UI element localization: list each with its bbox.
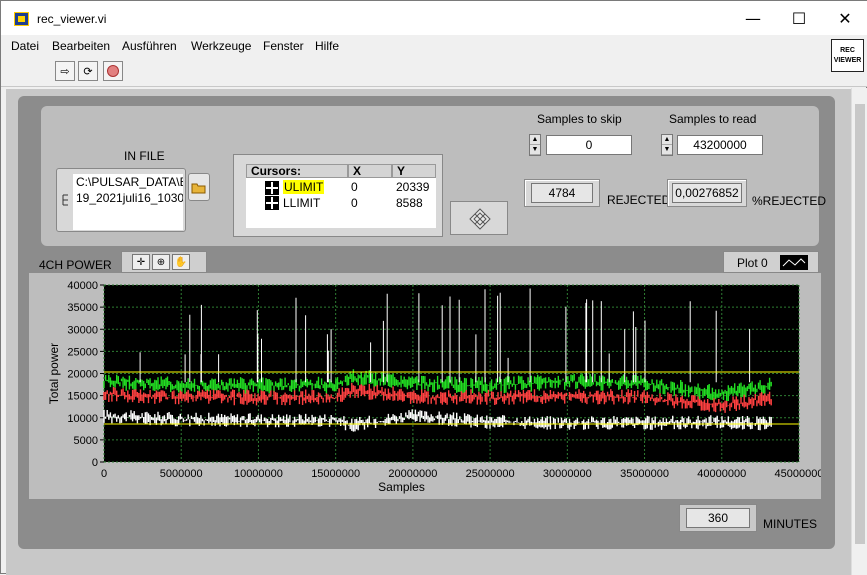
samples-to-skip-label: Samples to skip	[537, 112, 622, 126]
in-file-path[interactable]: C:\PULSAR_DATA\B1039-19_2021juli16_1030u…	[73, 174, 183, 230]
close-button[interactable]: ✕	[822, 1, 867, 35]
menu-bearbeiten[interactable]: Bearbeiten	[52, 39, 110, 53]
window: rec_viewer.vi — ☐ ✕ Datei Bearbeiten Aus…	[0, 0, 867, 575]
rejected-label: REJECTED	[607, 193, 671, 207]
x-tick-label: 0	[101, 468, 107, 480]
y-tick-label: 25000	[67, 346, 98, 358]
minutes-box: 360	[679, 504, 757, 532]
graph-label: 4CH POWER	[39, 258, 112, 272]
scrollbar-thumb[interactable]	[855, 104, 865, 544]
power-chart[interactable]: 0 5000000 10000000 15000000 20000000 25000000…	[29, 273, 821, 499]
plot-line-style-icon	[780, 255, 808, 270]
browse-folder-button[interactable]	[188, 173, 210, 201]
toolbar: ⇨ ⟳	[1, 57, 867, 87]
vi-icon[interactable]: REC VIEWER	[831, 39, 864, 72]
menu-bar: Datei Bearbeiten Ausführen Werkzeuge Fen…	[1, 35, 867, 57]
vi-icon-line2: VIEWER	[833, 57, 862, 64]
menu-hilfe[interactable]: Hilfe	[315, 39, 339, 53]
minutes-label: MINUTES	[763, 517, 817, 531]
cursor-ulimit-x: 0	[351, 180, 358, 194]
y-tick-label: 35000	[67, 302, 98, 314]
zoom-tool-icon[interactable]: ⊕	[152, 254, 170, 270]
x-tick-label: 20000000	[388, 468, 437, 480]
cursor-movement-button[interactable]	[450, 201, 508, 235]
pan-hand-icon[interactable]: ✋	[172, 254, 190, 270]
y-tick-label: 40000	[67, 280, 98, 292]
rejected-value: 4784	[531, 183, 593, 203]
run-icon[interactable]: ⇨	[55, 61, 75, 81]
cursor-ulimit-name: ULIMIT	[283, 180, 325, 194]
plot-legend[interactable]: Plot 0	[723, 251, 819, 273]
cursor-ulimit-icon	[265, 181, 279, 195]
title-bar[interactable]: rec_viewer.vi — ☐ ✕	[1, 1, 867, 35]
x-tick-label: 30000000	[543, 468, 592, 480]
samples-to-read-spinner[interactable]: ▲ ▼	[661, 134, 673, 156]
menu-datei[interactable]: Datei	[11, 39, 39, 53]
menu-werkzeuge[interactable]: Werkzeuge	[191, 39, 251, 53]
in-file-label: IN FILE	[124, 149, 165, 163]
y-tick-label: 0	[92, 457, 98, 469]
run-continuously-icon[interactable]: ⟳	[78, 61, 98, 81]
file-path-icon	[62, 194, 68, 206]
menu-ausfuehren[interactable]: Ausführen	[122, 39, 177, 53]
x-tick-label: 45000000	[775, 468, 821, 480]
menu-fenster[interactable]: Fenster	[263, 39, 304, 53]
minimize-button[interactable]: —	[730, 1, 776, 35]
x-tick-label: 35000000	[620, 468, 669, 480]
cursor-table[interactable]: Cursors: X Y ULIMIT 0 20339 LLIMIT 0 858…	[246, 164, 436, 228]
cursor-ulimit-y: 20339	[396, 180, 430, 194]
pct-rejected-label: %REJECTED	[752, 194, 827, 208]
vertical-scrollbar[interactable]	[851, 88, 867, 575]
plot-legend-label: Plot 0	[737, 256, 768, 270]
cursor-llimit-x: 0	[351, 196, 358, 210]
cursor-diamond-icon	[469, 208, 491, 230]
cursor-tool-icon[interactable]: ✛	[132, 254, 150, 270]
samples-to-read-label: Samples to read	[669, 112, 757, 126]
pct-rejected-value: 0,00276852	[672, 183, 742, 203]
x-tick-label: 25000000	[466, 468, 515, 480]
in-file-control[interactable]: C:\PULSAR_DATA\B1039-19_2021juli16_1030u…	[56, 168, 186, 232]
labview-app-icon	[14, 12, 29, 26]
vi-icon-line1: REC	[840, 47, 855, 54]
rejected-box: 4784	[524, 179, 600, 207]
samples-to-skip-spinner[interactable]: ▲ ▼	[529, 134, 541, 156]
x-tick-label: 10000000	[234, 468, 283, 480]
cursor-header-y: Y	[392, 164, 436, 178]
maximize-button[interactable]: ☐	[776, 1, 822, 35]
x-axis-label: Samples	[378, 480, 425, 494]
y-tick-label: 30000	[67, 324, 98, 336]
samples-to-read-input[interactable]: 43200000	[677, 135, 763, 155]
x-tick-label: 15000000	[311, 468, 360, 480]
y-tick-label: 10000	[67, 413, 98, 425]
graph-palette: ✛ ⊕ ✋	[121, 251, 207, 273]
y-tick-label: 15000	[67, 391, 98, 403]
x-tick-label: 5000000	[160, 468, 203, 480]
abort-icon[interactable]	[103, 61, 123, 81]
y-tick-label: 20000	[67, 369, 98, 381]
folder-icon	[191, 183, 206, 193]
cursor-llimit-icon	[265, 196, 279, 210]
x-tick-label: 40000000	[697, 468, 746, 480]
pct-rejected-box: 0,00276852	[667, 179, 747, 207]
y-tick-label: 5000	[74, 435, 98, 447]
cursor-llimit-y: 8588	[396, 196, 423, 210]
y-axis-label: Total power	[47, 343, 61, 404]
cursor-header-x: X	[348, 164, 392, 178]
minutes-value: 360	[686, 508, 750, 528]
samples-to-skip-input[interactable]: 0	[546, 135, 632, 155]
cursor-header-name: Cursors:	[246, 164, 348, 178]
cursor-llimit-name: LLIMIT	[283, 196, 321, 210]
window-title: rec_viewer.vi	[37, 12, 107, 26]
